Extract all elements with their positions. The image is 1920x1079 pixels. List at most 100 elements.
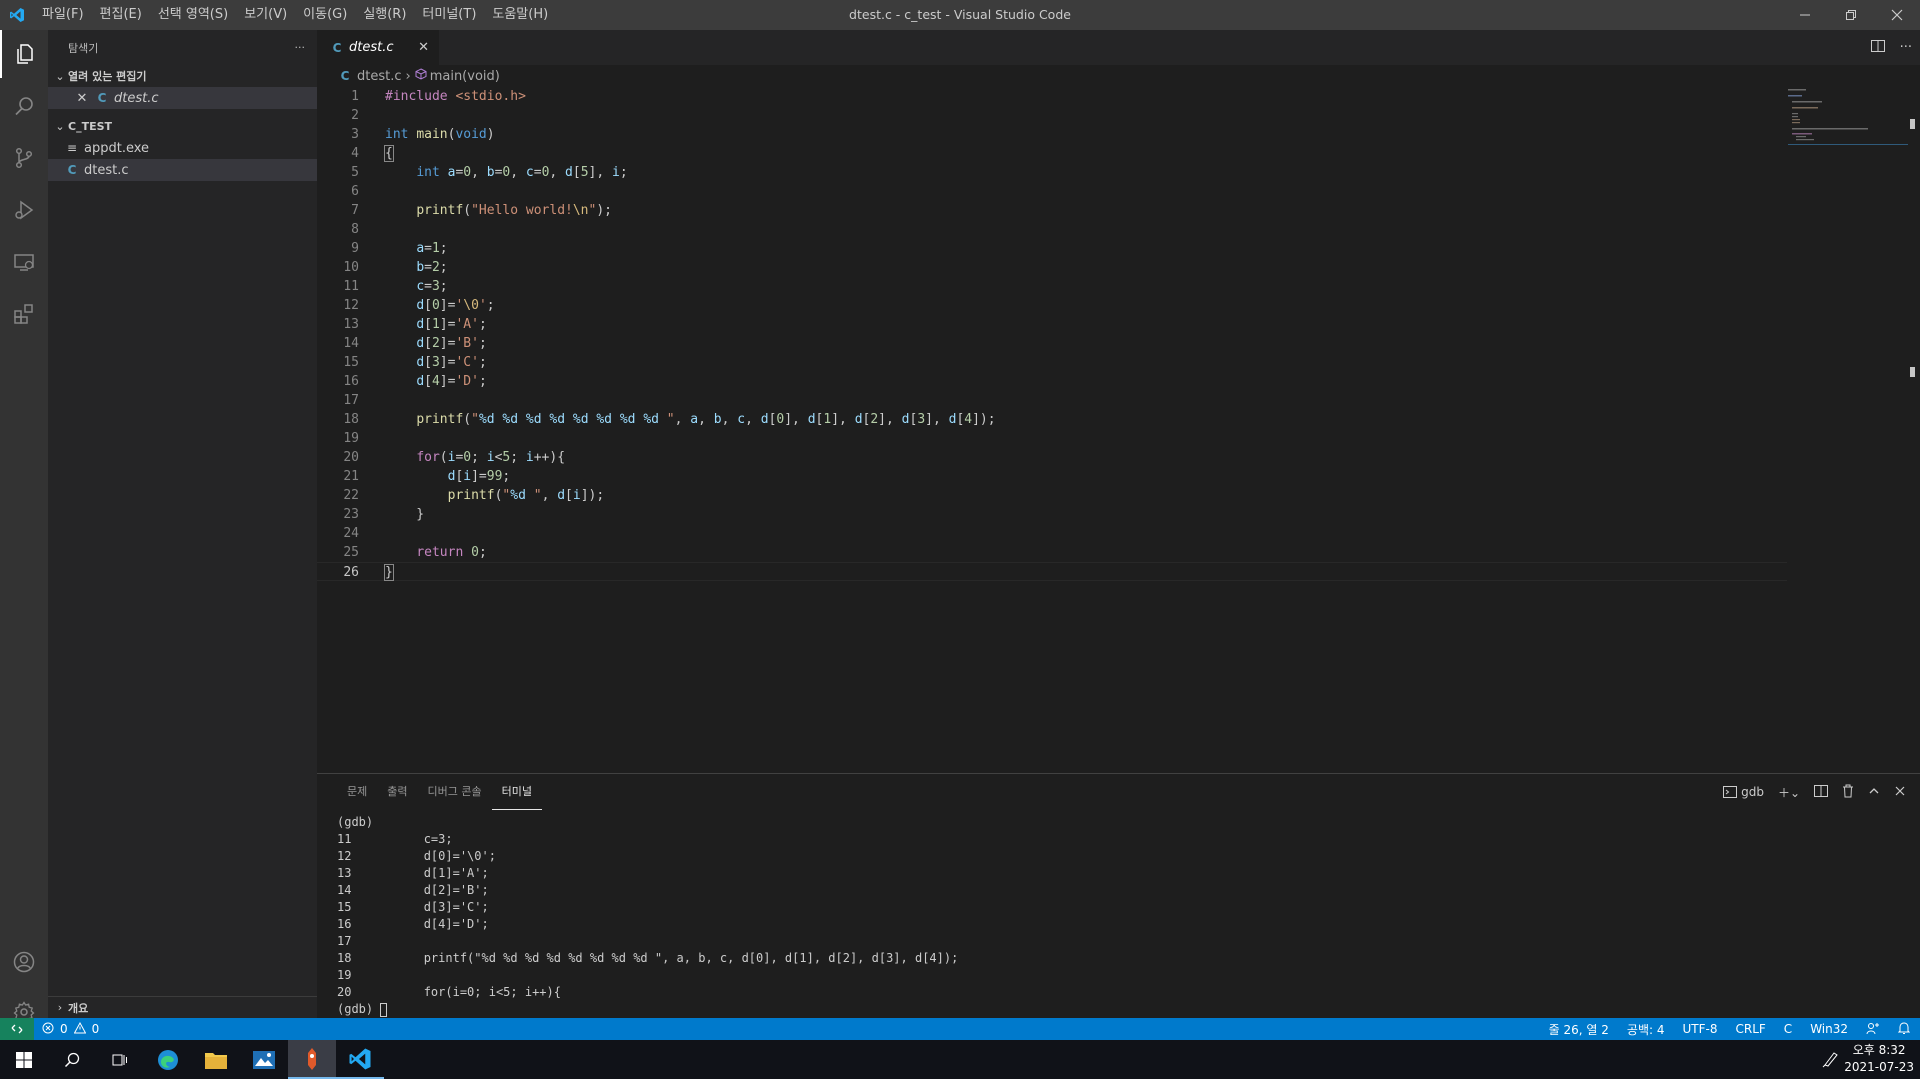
encoding[interactable]: UTF-8 <box>1683 1022 1718 1036</box>
editor-tab-bar: C dtest.c ✕ ··· <box>317 30 1920 65</box>
line-number: 9 <box>351 241 359 256</box>
line-number: 3 <box>351 127 359 142</box>
folder-header[interactable]: ⌄ C_TEST <box>48 115 317 137</box>
chevron-down-icon: ⌄ <box>55 69 65 83</box>
tab-problems[interactable]: 문제 <box>337 774 377 810</box>
line-number: 25 <box>343 545 359 560</box>
split-terminal-icon[interactable] <box>1814 784 1828 801</box>
restore-button[interactable] <box>1828 0 1874 30</box>
photos-app-icon[interactable] <box>240 1040 288 1079</box>
menu-terminal[interactable]: 터미널(T) <box>414 0 484 30</box>
windows-taskbar: 오후 8:32 2021-07-23 <box>0 1040 1920 1079</box>
menu-edit[interactable]: 편집(E) <box>92 0 150 30</box>
problems-indicator[interactable]: 0 0 <box>34 1021 99 1037</box>
remote-indicator-icon[interactable] <box>0 1018 34 1040</box>
close-panel-icon[interactable] <box>1894 785 1906 800</box>
file-item-appdt[interactable]: ≡ appdt.exe <box>48 137 317 159</box>
explorer-icon[interactable] <box>0 30 48 78</box>
code-line: } <box>385 507 425 522</box>
code-line: a=1; <box>416 241 448 256</box>
open-editors-header[interactable]: ⌄ 열려 있는 편집기 <box>48 65 317 87</box>
maximize-panel-icon[interactable] <box>1868 785 1880 800</box>
more-actions-icon[interactable]: ··· <box>1900 40 1912 55</box>
terminal-icon <box>1723 786 1738 798</box>
close-window-button[interactable] <box>1874 0 1920 30</box>
code-line: d[1]='A'; <box>416 317 487 332</box>
line-number: 10 <box>343 260 359 275</box>
line-number: 16 <box>343 374 359 389</box>
indentation[interactable]: 공백: 4 <box>1627 1021 1665 1038</box>
platform[interactable]: Win32 <box>1810 1022 1848 1036</box>
line-number: 4 <box>351 146 359 161</box>
breadcrumb-symbol[interactable]: main(void) <box>430 69 500 84</box>
terminal-selector[interactable]: gdb <box>1723 785 1764 799</box>
split-editor-icon[interactable] <box>1870 38 1886 58</box>
more-actions-icon[interactable]: ··· <box>295 41 306 54</box>
code-line: d[0]='\0'; <box>416 298 495 313</box>
chevron-right-icon: › <box>405 68 411 84</box>
taskbar-search-icon[interactable] <box>48 1040 96 1079</box>
menu-run[interactable]: 실행(R) <box>355 0 414 30</box>
tab-dtest[interactable]: C dtest.c ✕ <box>317 30 439 65</box>
task-view-icon[interactable] <box>96 1040 144 1079</box>
run-debug-icon[interactable] <box>0 186 48 234</box>
line-number: 19 <box>343 431 359 446</box>
bottom-panel: 문제 출력 디버그 콘솔 터미널 gdb ＋⌄ (gdb) 11 c=3; 12… <box>317 773 1920 1018</box>
pen-workspace-icon[interactable] <box>1822 1050 1840 1072</box>
close-tab-icon[interactable]: ✕ <box>418 40 429 55</box>
windows-start-icon[interactable] <box>0 1040 48 1079</box>
edge-browser-icon[interactable] <box>144 1040 192 1079</box>
file-explorer-icon[interactable] <box>192 1040 240 1079</box>
terminal-output[interactable]: (gdb) 11 c=3; 12 d[0]='\0'; 13 d[1]='A';… <box>337 814 958 1018</box>
line-number: 11 <box>343 279 359 294</box>
menu-file[interactable]: 파일(F) <box>34 0 92 30</box>
feedback-icon[interactable] <box>1866 1021 1880 1038</box>
line-number: 20 <box>343 450 359 465</box>
trash-icon[interactable] <box>1842 784 1854 801</box>
c-file-icon: C <box>340 69 350 83</box>
terminal-cursor <box>380 1002 388 1017</box>
code-line: #include <stdio.h> <box>385 89 526 104</box>
source-control-icon[interactable] <box>0 134 48 182</box>
vscode-taskbar-icon[interactable] <box>336 1040 384 1079</box>
new-terminal-icon[interactable]: ＋⌄ <box>1778 784 1800 801</box>
menu-selection[interactable]: 선택 영역(S) <box>150 0 236 30</box>
language-mode[interactable]: C <box>1784 1022 1792 1036</box>
line-number: 24 <box>343 526 359 541</box>
breadcrumb-file[interactable]: dtest.c <box>357 69 402 84</box>
breadcrumb: C dtest.c › main(void) <box>317 65 500 87</box>
minimize-button[interactable] <box>1782 0 1828 30</box>
file-item-dtest[interactable]: C dtest.c <box>48 159 317 181</box>
clock-time: 오후 8:32 <box>1852 1043 1906 1057</box>
search-icon[interactable] <box>0 82 48 130</box>
extensions-icon[interactable] <box>0 290 48 338</box>
terminal-prompt-line[interactable]: (gdb) <box>337 1001 958 1018</box>
git-app-icon[interactable] <box>288 1040 336 1079</box>
line-ending[interactable]: CRLF <box>1735 1022 1765 1036</box>
line-number: 22 <box>343 488 359 503</box>
outline-section-header[interactable]: › 개요 <box>48 996 317 1018</box>
remote-explorer-icon[interactable] <box>0 238 48 286</box>
notifications-bell-icon[interactable] <box>1897 1021 1911 1038</box>
accounts-icon[interactable] <box>0 938 48 986</box>
line-number: 14 <box>343 336 359 351</box>
activity-bar <box>0 30 48 1023</box>
system-clock[interactable]: 오후 8:32 2021-07-23 <box>1844 1042 1914 1076</box>
close-icon[interactable]: ✕ <box>74 91 90 106</box>
minimap[interactable] <box>1788 87 1908 147</box>
error-count: 0 <box>60 1022 68 1036</box>
terminal-line: 20 for(i=0; i<5; i++){ <box>337 985 561 999</box>
code-line: printf("Hello world!\n"); <box>416 203 612 218</box>
menu-go[interactable]: 이동(G) <box>295 0 355 30</box>
tab-output[interactable]: 출력 <box>377 774 417 810</box>
c-file-icon: C <box>97 91 107 105</box>
menu-view[interactable]: 보기(V) <box>236 0 295 30</box>
menu-help[interactable]: 도움말(H) <box>484 0 556 30</box>
cursor-position[interactable]: 줄 26, 열 2 <box>1549 1021 1609 1038</box>
code-editor[interactable]: 1 #include <stdio.h> 2 3 int main(void) 4 {… <box>317 87 1920 773</box>
tab-terminal[interactable]: 터미널 <box>491 774 542 810</box>
editor-scrollbar[interactable] <box>1906 87 1920 773</box>
open-editor-item[interactable]: ✕ C dtest.c <box>48 87 317 109</box>
tab-debug-console[interactable]: 디버그 콘솔 <box>418 774 492 810</box>
binary-file-icon: ≡ <box>66 141 78 155</box>
